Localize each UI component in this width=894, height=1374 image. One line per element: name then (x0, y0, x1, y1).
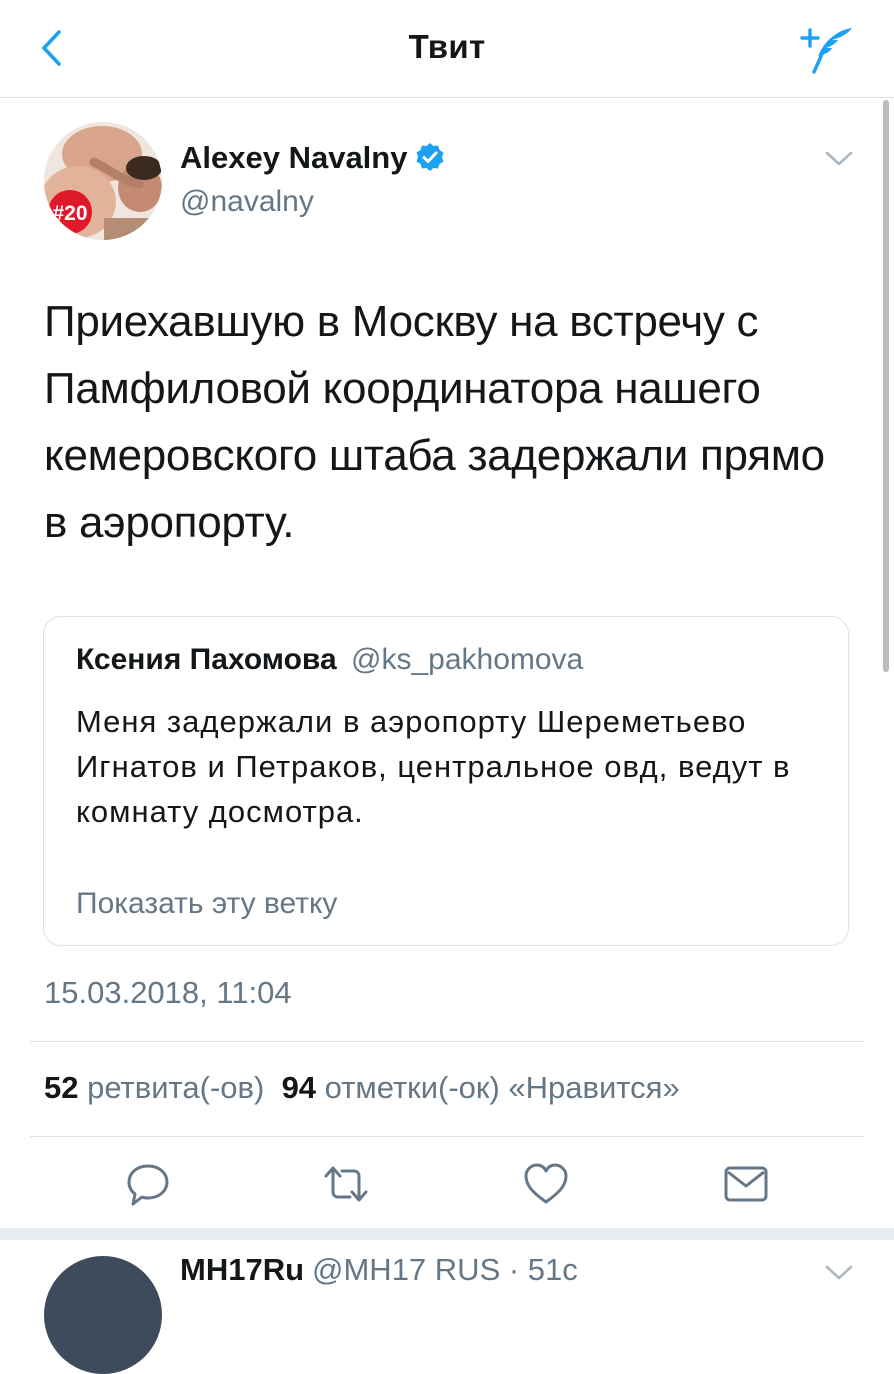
likes-count: 94 (281, 1070, 317, 1105)
reply-icon[interactable] (124, 1160, 172, 1208)
compose-feather-icon[interactable] (798, 24, 856, 76)
like-icon[interactable] (522, 1160, 570, 1208)
author-name-row[interactable]: Alexey Navalny (180, 140, 445, 176)
author-avatar[interactable]: #20 (44, 122, 162, 240)
page-title: Твит (408, 28, 486, 65)
retweets-stat[interactable]: 52 ретвита(-ов) (44, 1070, 264, 1105)
tweet-stats: 52 ретвита(-ов) 94 отметки(-ок) «Нравитс… (44, 1070, 680, 1106)
top-nav-bar: Твит (0, 0, 894, 98)
quoted-tweet-header: Ксения Пахомова @ks_pakhomova (76, 643, 583, 677)
tweet-timestamp: 15.03.2018, 11:04 (44, 975, 292, 1010)
retweets-count: 52 (44, 1070, 79, 1105)
likes-label: отметки(-ок) «Нравится» (324, 1070, 680, 1105)
next-tweet-author: MH17Ru (180, 1252, 305, 1287)
divider (30, 1041, 864, 1042)
scrollbar[interactable] (883, 100, 889, 672)
show-thread-link[interactable]: Показать эту ветку (76, 887, 337, 921)
quoted-author-handle: @ks_pakhomova (351, 643, 584, 676)
retweets-label: ретвита(-ов) (87, 1070, 265, 1105)
share-icon[interactable] (722, 1160, 770, 1208)
divider (30, 1136, 864, 1137)
tweet-text: Приехавшую в Москву на встречу с Памфило… (44, 297, 825, 547)
chevron-down-icon[interactable] (824, 1262, 854, 1284)
chevron-down-icon[interactable] (824, 148, 854, 170)
next-tweet-avatar[interactable] (44, 1256, 162, 1374)
quoted-author-name: Ксения Пахомова (76, 643, 337, 676)
quoted-tweet-card[interactable]: Ксения Пахомова @ks_pakhomova Меня задер… (43, 616, 849, 946)
quoted-tweet-text: Меня задержали в аэропорту Шереметьево И… (76, 704, 791, 829)
verified-badge-icon (416, 143, 444, 171)
divider (0, 1228, 894, 1240)
author-name: Alexey Navalny (180, 140, 408, 175)
retweet-icon[interactable] (322, 1160, 370, 1208)
next-tweet-meta: @MH17 RUS · 51с (312, 1252, 578, 1287)
avatar-badge: #20 (52, 202, 87, 225)
author-handle[interactable]: @navalny (180, 185, 314, 219)
next-tweet-header[interactable]: MH17Ru @MH17 RUS · 51с (180, 1252, 578, 1288)
likes-stat[interactable]: 94 отметки(-ок) «Нравится» (282, 1070, 680, 1105)
